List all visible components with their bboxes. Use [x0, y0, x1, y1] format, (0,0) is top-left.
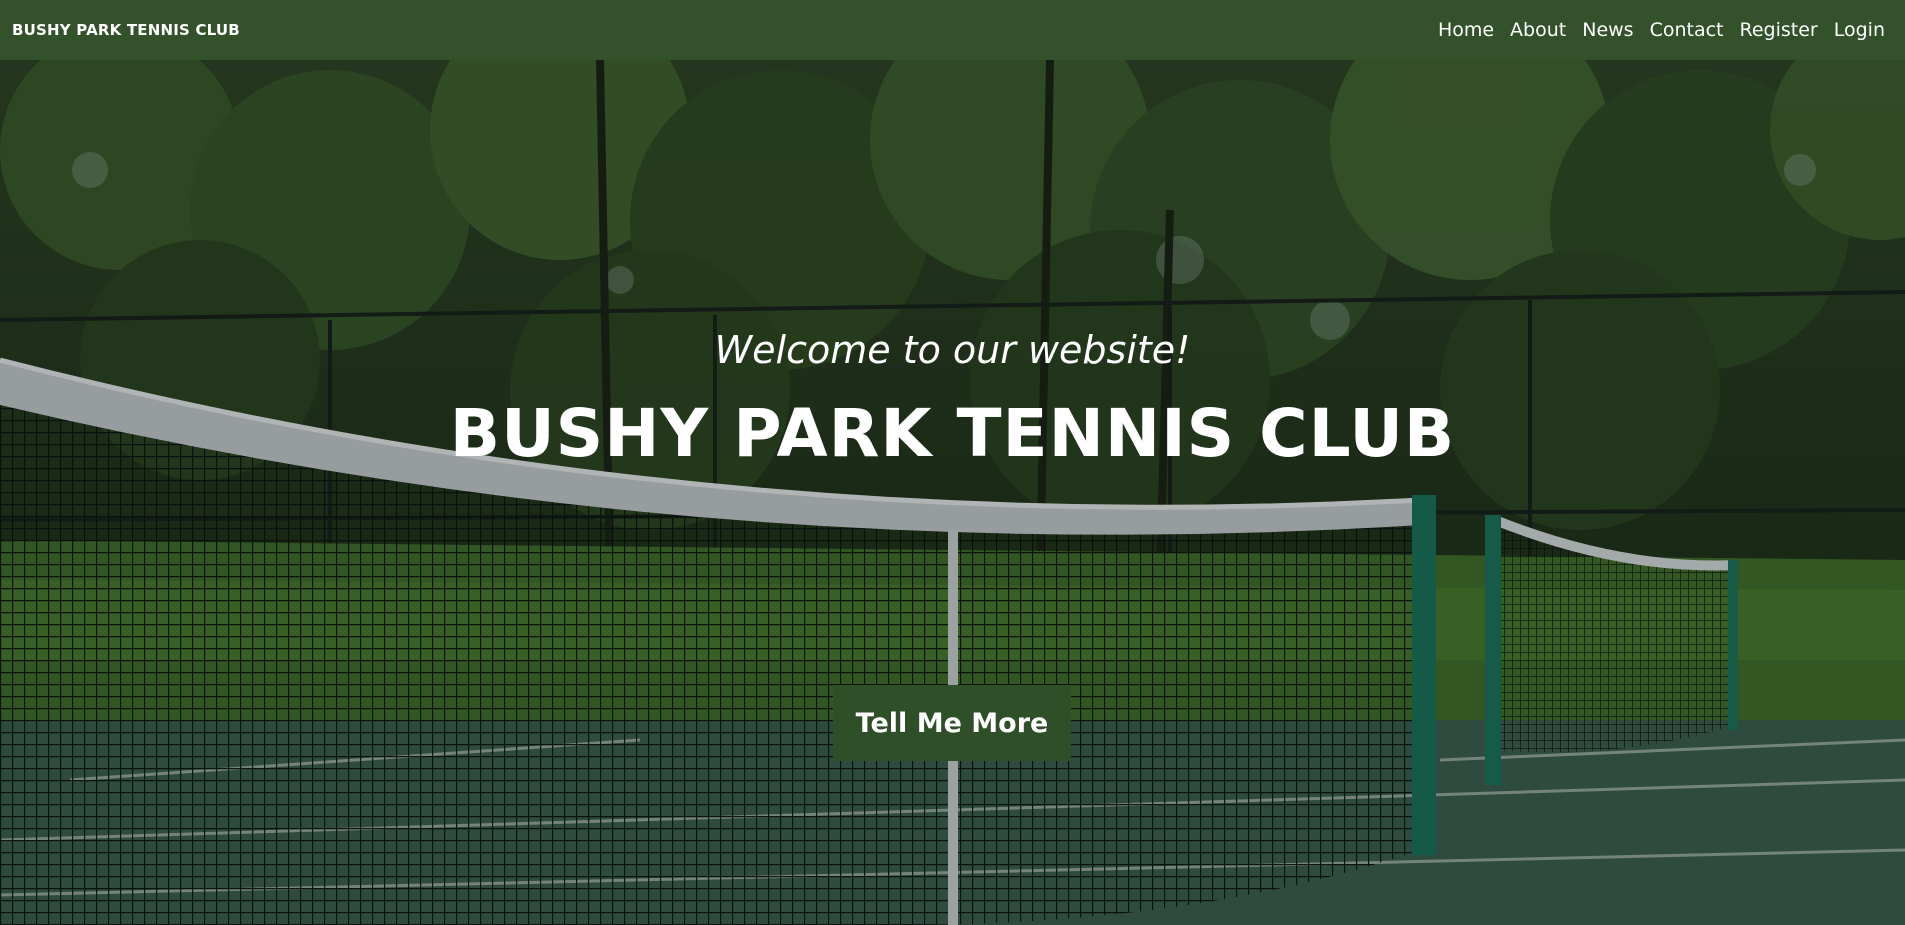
nav-link-news[interactable]: News — [1582, 19, 1633, 41]
top-navbar: BUSHY PARK TENNIS CLUB Home About News C… — [0, 0, 1905, 60]
hero-content: Welcome to our website! BUSHY PARK TENNI… — [0, 60, 1905, 925]
tell-me-more-button[interactable]: Tell Me More — [833, 685, 1071, 761]
hero-title: BUSHY PARK TENNIS CLUB — [449, 395, 1456, 472]
nav-links: Home About News Contact Register Login — [1438, 19, 1893, 41]
brand-logo-text[interactable]: BUSHY PARK TENNIS CLUB — [12, 21, 240, 39]
hero-section: Welcome to our website! BUSHY PARK TENNI… — [0, 60, 1905, 925]
nav-link-contact[interactable]: Contact — [1650, 19, 1724, 41]
nav-link-home[interactable]: Home — [1438, 19, 1494, 41]
nav-link-register[interactable]: Register — [1740, 19, 1818, 41]
welcome-text: Welcome to our website! — [714, 328, 1191, 372]
nav-link-about[interactable]: About — [1510, 19, 1566, 41]
nav-link-login[interactable]: Login — [1834, 19, 1885, 41]
